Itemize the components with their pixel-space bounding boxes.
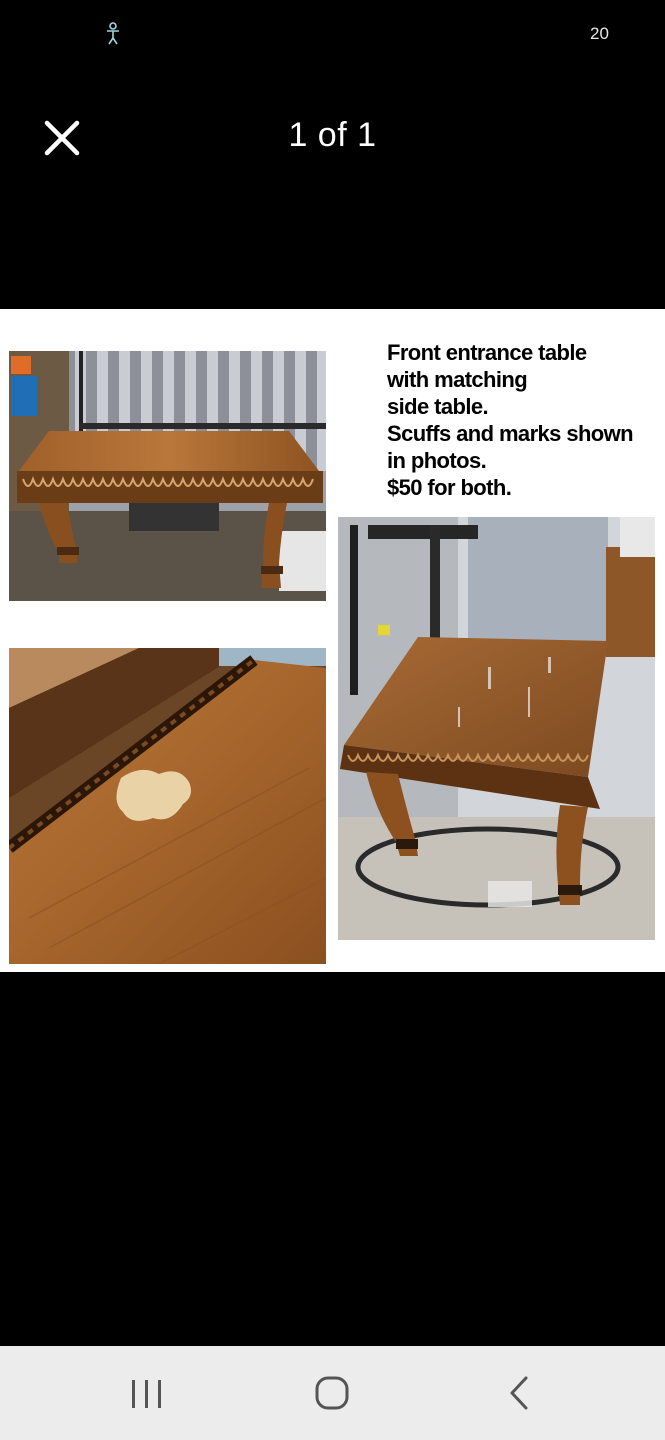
caption-line: Scuffs and marks shown bbox=[387, 421, 634, 446]
back-button[interactable] bbox=[488, 1368, 548, 1418]
caption-line: side table. bbox=[387, 394, 489, 419]
recent-apps-button[interactable] bbox=[116, 1368, 176, 1418]
caption-line: with matching bbox=[387, 367, 528, 392]
recent-apps-icon bbox=[132, 1380, 161, 1408]
navigation-bar bbox=[0, 1346, 665, 1440]
image-counter: 1 of 1 bbox=[288, 116, 377, 154]
tabletop-closeup-photo bbox=[9, 648, 326, 964]
home-icon bbox=[315, 1376, 349, 1410]
caption-line: in photos. bbox=[387, 448, 487, 473]
home-button[interactable] bbox=[302, 1368, 362, 1418]
status-time: 20 bbox=[590, 24, 609, 43]
listing-image[interactable]: Front entrance table with matching side … bbox=[0, 309, 665, 972]
side-table-photo bbox=[338, 517, 655, 940]
console-table-photo bbox=[9, 351, 326, 601]
caption-line: $50 for both. bbox=[387, 475, 512, 500]
status-bar: 20 bbox=[0, 0, 665, 70]
viewer-toolbar: 1 of 1 bbox=[0, 100, 665, 174]
listing-caption: Front entrance table with matching side … bbox=[387, 339, 657, 501]
caption-line: Front entrance table bbox=[387, 340, 587, 365]
back-icon bbox=[510, 1376, 528, 1410]
accessibility-icon bbox=[107, 22, 119, 45]
